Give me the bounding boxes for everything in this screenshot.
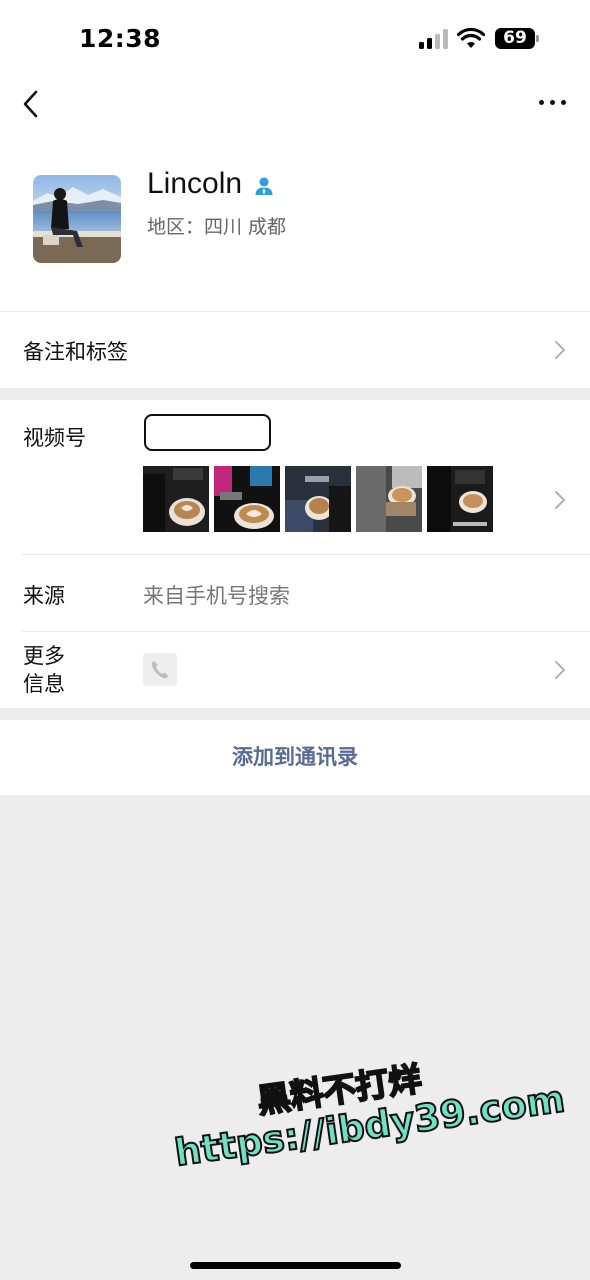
- chevron-right-icon[interactable]: [554, 660, 566, 680]
- channel-thumbnail[interactable]: [427, 466, 493, 532]
- chevron-right-icon[interactable]: [554, 490, 566, 510]
- verified-user-icon: [255, 177, 273, 195]
- channel-thumbnail[interactable]: [356, 466, 422, 532]
- region-text: 地区：四川 成都: [147, 216, 287, 238]
- channel-thumbnail[interactable]: [214, 466, 280, 532]
- source-label: 来源: [23, 584, 65, 608]
- more-info-row[interactable]: 更多 信息: [23, 642, 65, 698]
- profile-name: Lincoln: [147, 167, 243, 200]
- channels-label: 视频号: [23, 426, 86, 450]
- divider: [22, 554, 590, 555]
- source-value: 来自手机号搜索: [143, 584, 290, 608]
- channel-thumbnail[interactable]: [285, 466, 351, 532]
- chevron-right-icon[interactable]: [554, 340, 566, 360]
- avatar[interactable]: [33, 175, 121, 263]
- wifi-icon: [457, 27, 485, 48]
- cellular-signal-icon: [419, 29, 451, 49]
- back-arrow-icon[interactable]: [18, 88, 44, 120]
- more-info-label-line1: 更多: [23, 644, 65, 668]
- more-dots-icon[interactable]: [536, 98, 568, 108]
- divider: [22, 631, 590, 632]
- phone-icon: [143, 653, 177, 686]
- more-info-label-line2: 信息: [23, 672, 65, 696]
- remark-tags-row[interactable]: 备注和标签: [23, 336, 128, 366]
- add-to-contacts-button[interactable]: 添加到通讯录: [0, 720, 590, 795]
- battery-indicator: 69: [495, 28, 535, 49]
- channel-thumbnail[interactable]: [143, 466, 209, 532]
- home-indicator: [190, 1262, 401, 1269]
- section-gap: [0, 388, 590, 400]
- channel-name-box[interactable]: [144, 414, 271, 451]
- status-time: 12:38: [79, 24, 162, 53]
- battery-cap: [536, 35, 539, 42]
- divider: [0, 311, 590, 312]
